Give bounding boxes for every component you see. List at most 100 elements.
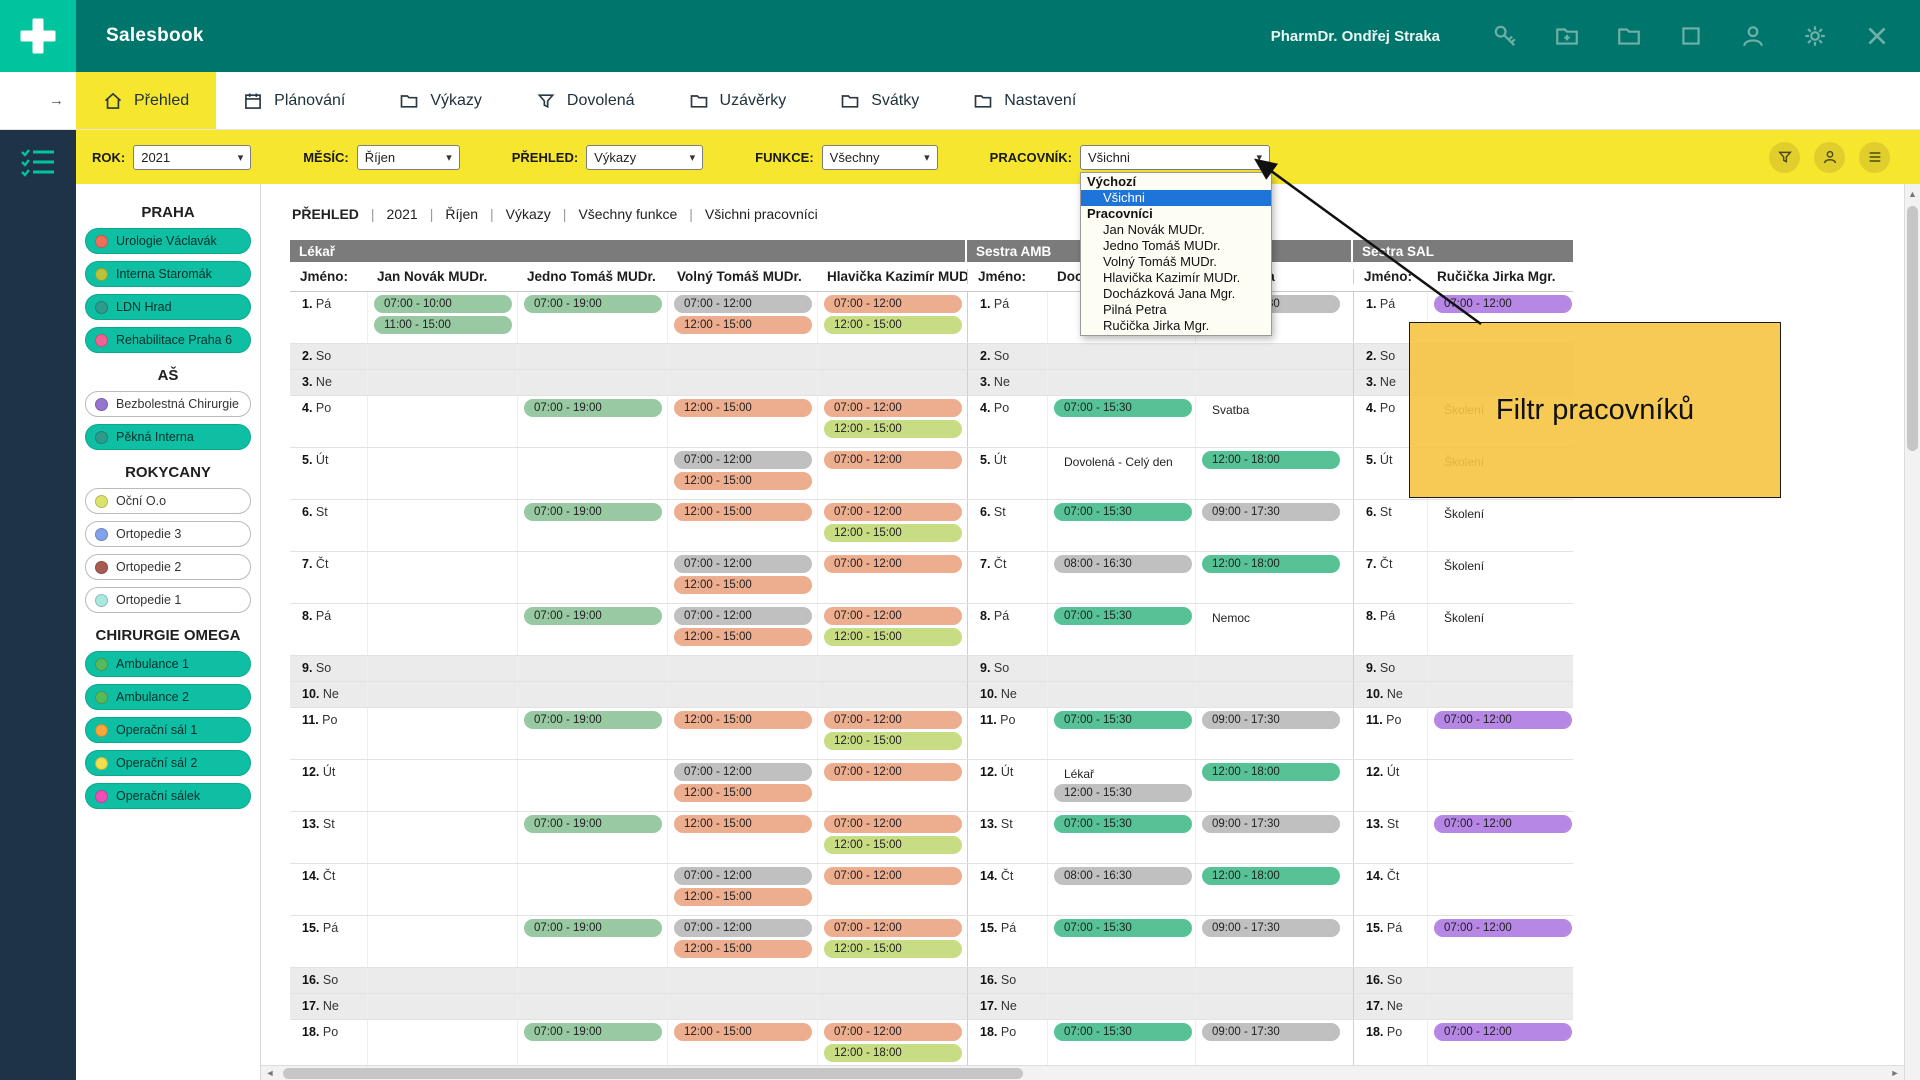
shift-cell[interactable]: [817, 344, 967, 369]
tab-nastaveni[interactable]: Nastavení: [946, 72, 1103, 129]
shift-cell[interactable]: [1195, 682, 1353, 707]
shift-pill[interactable]: 07:00 - 12:00: [1434, 815, 1572, 833]
shift-cell[interactable]: 09:00 - 17:30: [1195, 916, 1353, 967]
folder-icon[interactable]: [1616, 23, 1642, 49]
shift-cell[interactable]: 07:00 - 15:30: [1047, 708, 1195, 759]
breadcrumb-item[interactable]: PŘEHLED: [290, 206, 371, 222]
shift-cell[interactable]: [667, 682, 817, 707]
shift-cell[interactable]: 07:00 - 15:30: [1047, 396, 1195, 447]
scroll-left-icon[interactable]: ◄: [261, 1068, 279, 1078]
shift-pill[interactable]: 12:00 - 15:00: [674, 711, 812, 729]
worker-option[interactable]: Docházková Jana Mgr.: [1081, 286, 1271, 302]
shift-pill[interactable]: 08:00 - 16:30: [1054, 555, 1192, 573]
shift-cell[interactable]: 08:00 - 16:30: [1047, 552, 1195, 603]
shift-cell[interactable]: 07:00 - 12:00: [1427, 812, 1573, 863]
shift-cell[interactable]: [517, 994, 667, 1019]
shift-cell[interactable]: 07:00 - 15:30: [1047, 812, 1195, 863]
shift-cell[interactable]: 07:00 - 19:00: [517, 812, 667, 863]
shift-cell[interactable]: 07:00 - 12:0012:00 - 15:00: [817, 916, 967, 967]
worker-option[interactable]: Ručička Jirka Mgr.: [1081, 318, 1271, 334]
shift-pill[interactable]: 12:00 - 15:00: [824, 836, 962, 854]
shift-pill[interactable]: 12:00 - 15:00: [674, 399, 812, 417]
worker-option[interactable]: Jedno Tomáš MUDr.: [1081, 238, 1271, 254]
shift-cell[interactable]: Svatba: [1195, 396, 1353, 447]
tab-planovani[interactable]: Plánování: [216, 72, 372, 129]
shift-note[interactable]: Školení: [1434, 607, 1573, 628]
shift-cell[interactable]: 07:00 - 15:30: [1047, 604, 1195, 655]
worker-option[interactable]: Jan Novák MUDr.: [1081, 222, 1271, 238]
shift-cell[interactable]: Lékař12:00 - 15:30: [1047, 760, 1195, 811]
shift-pill[interactable]: 07:00 - 12:00: [824, 867, 962, 885]
shift-cell[interactable]: 07:00 - 10:0011:00 - 15:00: [367, 292, 517, 343]
mesic-select[interactable]: Říjen▾: [357, 145, 460, 170]
shift-pill[interactable]: 07:00 - 19:00: [524, 919, 662, 937]
shift-cell[interactable]: Dovolená - Celý den: [1047, 448, 1195, 499]
shift-pill[interactable]: 12:00 - 15:00: [674, 1023, 812, 1041]
shift-pill[interactable]: 12:00 - 15:00: [674, 888, 812, 906]
vertical-scrollbar[interactable]: ▲: [1904, 184, 1920, 1080]
shift-cell[interactable]: 07:00 - 12:00: [1427, 708, 1573, 759]
shift-cell[interactable]: 07:00 - 12:0012:00 - 15:00: [817, 708, 967, 759]
key-icon[interactable]: [1492, 23, 1518, 49]
stop-icon[interactable]: [1678, 23, 1704, 49]
breadcrumb-item[interactable]: 2021: [375, 206, 430, 222]
shift-cell[interactable]: [517, 864, 667, 915]
funkce-select[interactable]: Všechny▾: [822, 145, 938, 170]
shift-cell[interactable]: Školení: [1427, 500, 1573, 551]
shift-pill[interactable]: 07:00 - 19:00: [524, 399, 662, 417]
horizontal-scrollbar[interactable]: ◄ ►: [261, 1065, 1904, 1080]
shift-pill[interactable]: 12:00 - 15:00: [674, 316, 812, 334]
shift-cell[interactable]: 07:00 - 12:0012:00 - 15:00: [667, 760, 817, 811]
vertical-scroll-thumb[interactable]: [1907, 206, 1918, 451]
shift-cell[interactable]: 12:00 - 18:00: [1195, 760, 1353, 811]
shift-cell[interactable]: [517, 370, 667, 395]
shift-note[interactable]: Lékař: [1054, 763, 1195, 784]
shift-cell[interactable]: [367, 916, 517, 967]
shift-cell[interactable]: 12:00 - 18:00: [1195, 448, 1353, 499]
shift-pill[interactable]: 07:00 - 19:00: [524, 607, 662, 625]
worker-option[interactable]: Volný Tomáš MUDr.: [1081, 254, 1271, 270]
checklist-menu-icon[interactable]: [19, 146, 57, 183]
shift-cell[interactable]: [817, 968, 967, 993]
shift-cell[interactable]: [367, 864, 517, 915]
shift-cell[interactable]: [1427, 994, 1573, 1019]
shift-cell[interactable]: 07:00 - 12:0012:00 - 15:00: [667, 864, 817, 915]
shift-note[interactable]: Nemoc: [1202, 607, 1353, 628]
shift-pill[interactable]: 09:00 - 17:30: [1202, 815, 1340, 833]
shift-pill[interactable]: 09:00 - 17:30: [1202, 1023, 1340, 1041]
sidebar-item-ortopedie-3[interactable]: Ortopedie 3: [85, 521, 251, 547]
shift-pill[interactable]: 12:00 - 15:00: [824, 940, 962, 958]
shift-pill[interactable]: 07:00 - 15:30: [1054, 919, 1192, 937]
shift-pill[interactable]: 12:00 - 15:00: [824, 316, 962, 334]
shift-cell[interactable]: 07:00 - 12:0012:00 - 15:00: [817, 292, 967, 343]
shift-cell[interactable]: 07:00 - 12:00: [817, 552, 967, 603]
shift-cell[interactable]: 07:00 - 19:00: [517, 292, 667, 343]
sidebar-item-ambulance-2[interactable]: Ambulance 2: [85, 684, 251, 710]
shift-cell[interactable]: [667, 370, 817, 395]
shift-cell[interactable]: [817, 656, 967, 681]
shift-pill[interactable]: 09:00 - 17:30: [1202, 711, 1340, 729]
pracovnik-select[interactable]: Všichni▾: [1080, 145, 1270, 170]
shift-cell[interactable]: [1047, 968, 1195, 993]
shift-cell[interactable]: [667, 656, 817, 681]
shift-cell[interactable]: 07:00 - 12:0012:00 - 15:00: [817, 500, 967, 551]
shift-pill[interactable]: 07:00 - 12:00: [674, 919, 812, 937]
shift-pill[interactable]: 12:00 - 15:00: [674, 503, 812, 521]
shift-cell[interactable]: 09:00 - 17:30: [1195, 500, 1353, 551]
sidebar-item-rehabilitace-praha-6[interactable]: Rehabilitace Praha 6: [85, 327, 251, 353]
shift-cell[interactable]: [517, 682, 667, 707]
shift-pill[interactable]: 12:00 - 15:00: [674, 815, 812, 833]
shift-cell[interactable]: [817, 994, 967, 1019]
gear-icon[interactable]: [1802, 23, 1828, 49]
shift-cell[interactable]: [517, 656, 667, 681]
sidebar-item-ldn-hrad[interactable]: LDN Hrad: [85, 294, 251, 320]
shift-pill[interactable]: 12:00 - 18:00: [1202, 555, 1340, 573]
breadcrumb-item[interactable]: Všichni pracovníci: [693, 206, 830, 222]
shift-cell[interactable]: [667, 344, 817, 369]
shift-cell[interactable]: [1195, 968, 1353, 993]
sidebar-item-operacni-salek[interactable]: Operační sálek: [85, 783, 251, 809]
shift-cell[interactable]: 09:00 - 17:30: [1195, 812, 1353, 863]
shift-pill[interactable]: 12:00 - 15:00: [824, 420, 962, 438]
shift-cell[interactable]: [367, 708, 517, 759]
worker-option[interactable]: Všichni: [1081, 190, 1271, 206]
